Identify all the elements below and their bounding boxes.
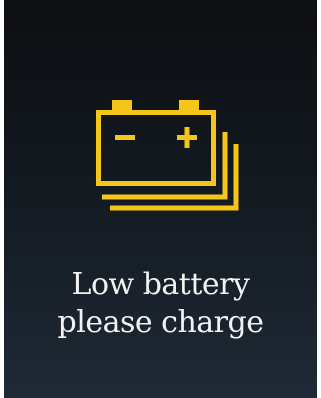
message-line-1: Low battery [71,267,250,302]
low-battery-screen: Low battery please charge [4,0,317,398]
battery-warning-icon [96,100,239,211]
low-battery-message: Low battery please charge [4,266,317,342]
message-line-2: please charge [57,305,264,340]
